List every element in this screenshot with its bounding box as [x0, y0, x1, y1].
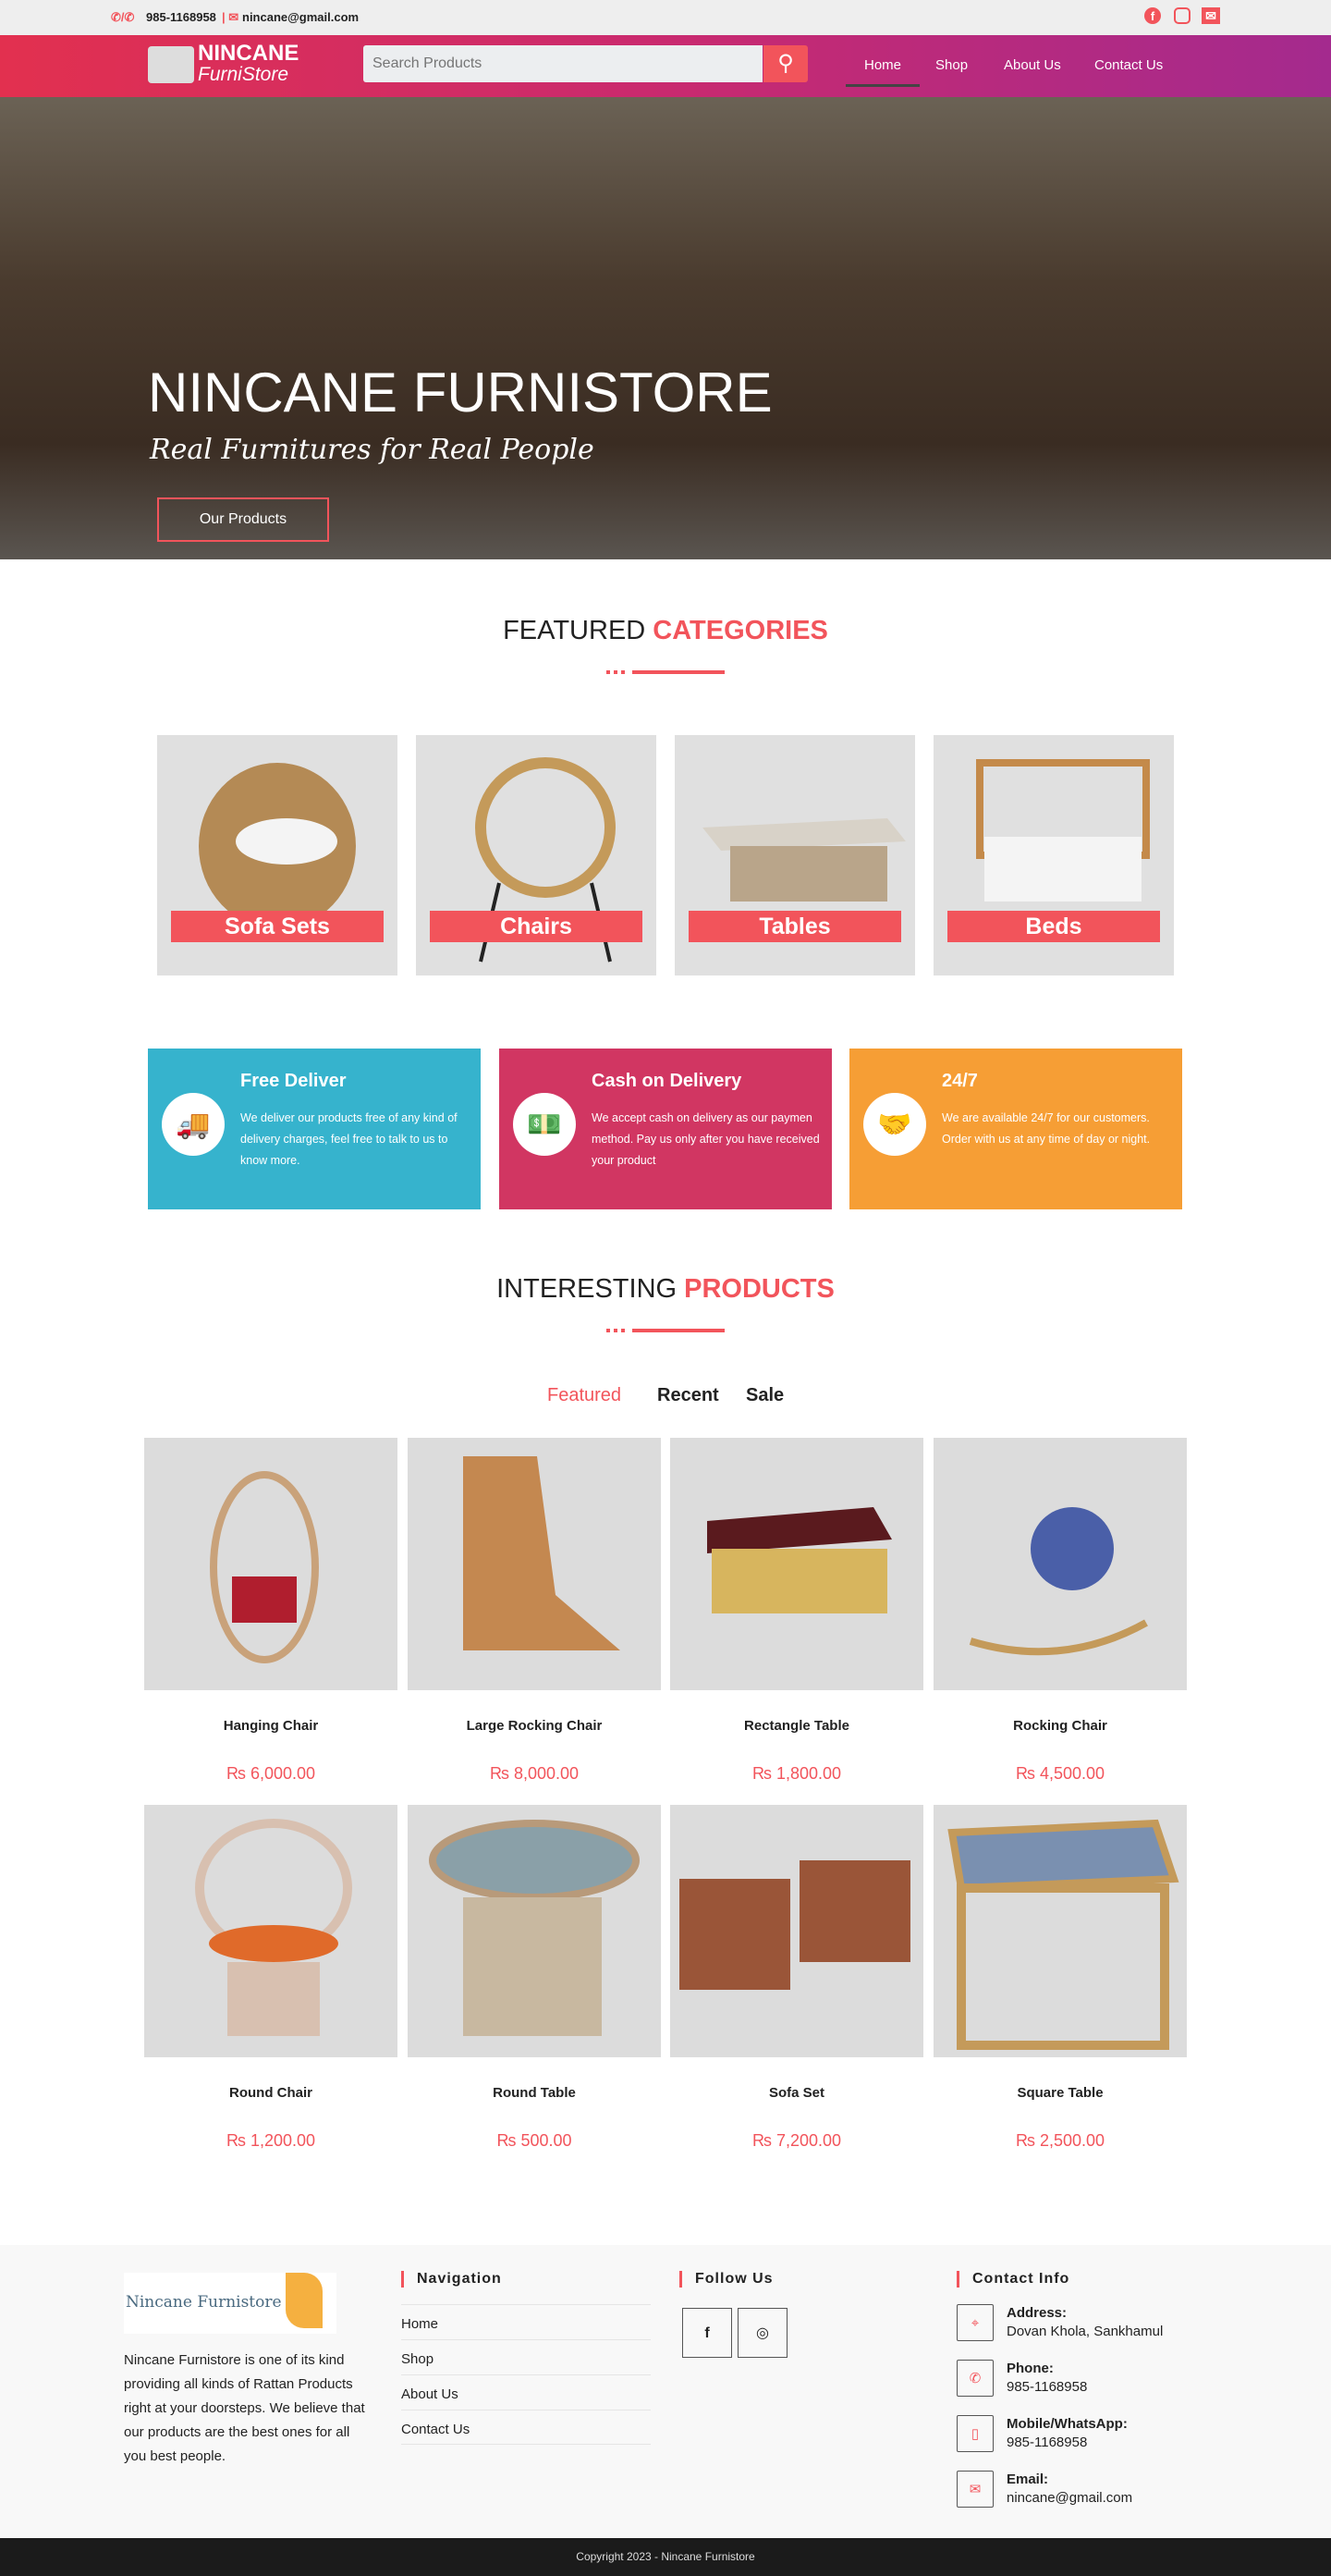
chair-logo-icon — [286, 2273, 323, 2328]
feature-24-7: 🤝 24/7 We are available 24/7 for our custo… — [849, 1049, 1182, 1209]
facebook-icon[interactable]: f — [1144, 7, 1161, 24]
product-card[interactable]: Hanging Chair ₨ 6,000.00 — [144, 1438, 397, 1783]
title-underline — [606, 670, 725, 674]
mobile-icon: ▯ — [957, 2415, 994, 2452]
categories-title: FEATURED CATEGORIES — [503, 616, 828, 645]
footer: Nincane Furnistore Nincane Furnistore is… — [0, 2245, 1331, 2538]
tab-sale[interactable]: Sale — [746, 1385, 784, 1406]
nav-shop[interactable]: Shop — [935, 57, 968, 73]
nav-about[interactable]: About Us — [1004, 57, 1061, 73]
category-tables[interactable]: Tables — [675, 735, 915, 975]
header: NINCANE FurniStore ⚲ Home Shop About Us … — [0, 35, 1331, 97]
product-card[interactable]: Sofa Set ₨ 7,200.00 — [670, 1805, 923, 2150]
phone-icon: ✆ — [957, 2360, 994, 2397]
location-icon: ⌖ — [957, 2304, 994, 2341]
logo-line2[interactable]: FurniStore — [198, 65, 288, 85]
product-image[interactable] — [408, 1438, 661, 1690]
product-card[interactable]: Round Table ₨ 500.00 — [408, 1805, 661, 2150]
product-image[interactable] — [670, 1438, 923, 1690]
contact-mobile: Mobile/WhatsApp: 985-1168958 — [1007, 2416, 1128, 2450]
category-sofa-sets[interactable]: Sofa Sets — [157, 735, 397, 975]
handshake-icon: 🤝 — [863, 1093, 926, 1156]
contact-email: Email: nincane@gmail.com — [1007, 2472, 1133, 2506]
email-icon[interactable]: ✉ — [1202, 7, 1220, 24]
footer-contact-title: Contact Info — [957, 2271, 1069, 2288]
product-image[interactable] — [144, 1805, 397, 2057]
product-image[interactable] — [144, 1438, 397, 1690]
logo-chair-icon — [148, 46, 194, 83]
footer-nav-shop[interactable]: Shop — [401, 2339, 651, 2374]
contact-phone: Phone: 985-1168958 — [1007, 2361, 1088, 2395]
product-image[interactable] — [934, 1805, 1187, 2057]
feature-free-delivery: 🚚 Free Deliver We deliver our products fre… — [148, 1049, 481, 1209]
product-card[interactable]: Round Chair ₨ 1,200.00 — [144, 1805, 397, 2150]
product-card[interactable]: Rectangle Table ₨ 1,800.00 — [670, 1438, 923, 1783]
product-card[interactable]: Square Table ₨ 2,500.00 — [934, 1805, 1187, 2150]
title-underline — [606, 1329, 725, 1332]
nav-contact[interactable]: Contact Us — [1094, 57, 1163, 73]
hero-subtitle: Real Furnitures for Real People — [150, 434, 594, 466]
search-button[interactable]: ⚲ — [763, 45, 808, 82]
footer-nav-home[interactable]: Home — [401, 2304, 651, 2339]
product-card[interactable]: Rocking Chair ₨ 4,500.00 — [934, 1438, 1187, 1783]
hero-title: NINCANE FURNISTORE — [148, 362, 773, 423]
topbar-phone: 985-1168958 — [146, 10, 216, 24]
products-title: INTERESTING PRODUCTS — [496, 1274, 835, 1304]
category-chairs[interactable]: Chairs — [416, 735, 656, 975]
tab-recent[interactable]: Recent — [657, 1385, 719, 1406]
product-card[interactable]: Large Rocking Chair ₨ 8,000.00 — [408, 1438, 661, 1783]
money-icon: 💵 — [513, 1093, 576, 1156]
feature-cash-on-delivery: 💵 Cash on Delivery We accept cash on deliv… — [499, 1049, 832, 1209]
email-icon: ✉ — [957, 2471, 994, 2508]
truck-icon: 🚚 — [162, 1093, 225, 1156]
topbar-email[interactable]: nincane@gmail.com — [242, 10, 359, 24]
logo-line1[interactable]: NINCANE — [198, 43, 299, 65]
nav-active-indicator — [846, 84, 920, 87]
footer-logo[interactable]: Nincane Furnistore — [124, 2273, 336, 2334]
our-products-button[interactable]: Our Products — [157, 497, 329, 542]
phone-icon: ✆/✆ — [111, 10, 135, 24]
footer-nav-contact[interactable]: Contact Us — [401, 2410, 651, 2445]
product-image[interactable] — [934, 1438, 1187, 1690]
top-bar: ✆/✆ 985-1168958 | ✉ nincane@gmail.com f … — [0, 0, 1331, 35]
facebook-icon[interactable]: f — [682, 2308, 732, 2358]
category-beds[interactable]: Beds — [934, 735, 1174, 975]
instagram-icon[interactable]: ◎ — [738, 2308, 788, 2358]
mail-icon: | ✉ — [222, 10, 239, 24]
product-image[interactable] — [670, 1805, 923, 2057]
footer-nav-title: Navigation — [401, 2271, 502, 2288]
hero-banner: NINCANE FURNISTORE Real Furnitures for R… — [0, 97, 1331, 559]
search-input[interactable] — [363, 45, 763, 82]
contact-address: Address: Dovan Khola, Sankhamul — [1007, 2305, 1164, 2339]
search-icon: ⚲ — [777, 51, 794, 76]
instagram-icon[interactable] — [1174, 7, 1191, 24]
product-image[interactable] — [408, 1805, 661, 2057]
footer-follow-title: Follow Us — [679, 2271, 774, 2288]
footer-about: Nincane Furnistore is one of its kind pr… — [124, 2352, 365, 2464]
tab-featured[interactable]: Featured — [547, 1385, 621, 1406]
footer-nav-about[interactable]: About Us — [401, 2374, 651, 2410]
nav-home[interactable]: Home — [864, 57, 901, 73]
copyright: Copyright 2023 - Nincane Furnistore — [0, 2538, 1331, 2576]
